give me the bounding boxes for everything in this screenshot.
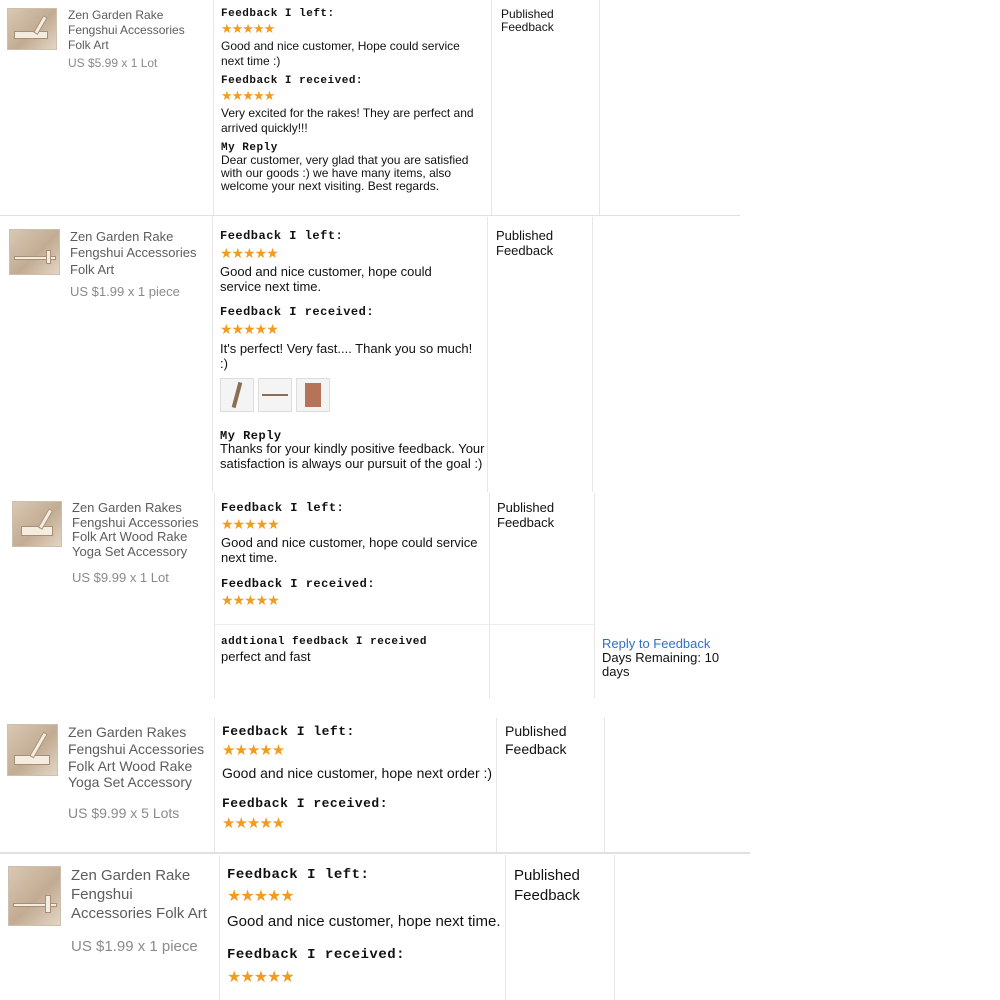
my-reply-text: Dear customer, very glad that you are sa… [221, 153, 469, 194]
feedback-received-heading: Feedback I received: [220, 305, 375, 319]
divider [214, 493, 215, 698]
feedback-received-heading: Feedback I received: [227, 947, 406, 963]
feedback-received-text: Very excited for the rakes! They are per… [221, 106, 474, 135]
feedback-left-rating: ★★★★★ [221, 21, 275, 36]
feedback-status: Published Feedback [497, 500, 555, 530]
product-title-link[interactable]: Zen Garden Rake Fengshui Accessories Fol… [68, 8, 208, 53]
my-reply-text: Thanks for your kindly positive feedback… [220, 441, 485, 471]
product-thumbnail[interactable] [8, 866, 61, 926]
feedback-received-text: It's perfect! Very fast.... Thank you so… [220, 341, 473, 371]
feedback-left-text: Good and nice customer, Hope could servi… [221, 39, 460, 68]
row-separator [214, 624, 594, 625]
divider [214, 718, 215, 853]
feedback-status: Published Feedback [514, 867, 580, 904]
divider [599, 0, 600, 216]
feedback-received-rating: ★★★★★ [221, 88, 275, 103]
feedback-received-rating: ★★★★★ [221, 592, 280, 608]
divider [219, 855, 220, 1000]
feedback-left-rating: ★★★★★ [227, 888, 295, 905]
feedback-status: Published Feedback [505, 723, 567, 757]
additional-feedback-text: perfect and fast [221, 649, 311, 664]
feedback-status: Published Feedback [501, 7, 554, 35]
days-remaining: Days Remaining: 10 days [602, 650, 720, 680]
divider [592, 217, 593, 492]
divider [614, 855, 615, 1000]
feedback-left-rating: ★★★★★ [220, 245, 279, 261]
product-price: US $5.99 x 1 Lot [68, 56, 158, 70]
product-title-link[interactable]: Zen Garden Rake Fengshui Accessories Fol… [71, 866, 216, 923]
product-title-link[interactable]: Zen Garden Rakes Fengshui Accessories Fo… [68, 724, 213, 791]
feedback-entry-5: Zen Garden Rake Fengshui Accessories Fol… [0, 855, 760, 1000]
product-thumbnail[interactable] [7, 8, 57, 50]
divider [213, 0, 214, 216]
feedback-left-heading: Feedback I left: [222, 724, 355, 739]
divider [604, 718, 605, 853]
product-thumbnail[interactable] [12, 501, 62, 547]
feedback-left-heading: Feedback I left: [221, 501, 345, 515]
divider [505, 855, 506, 1000]
feedback-entry-4: Zen Garden Rakes Fengshui Accessories Fo… [0, 718, 750, 854]
product-thumbnail[interactable] [9, 229, 60, 275]
product-price: US $9.99 x 1 Lot [72, 570, 169, 585]
feedback-left-rating: ★★★★★ [222, 742, 285, 759]
feedback-entry-3: Zen Garden Rakes Fengshui Accessories Fo… [0, 493, 740, 698]
feedback-received-rating: ★★★★★ [227, 969, 295, 986]
buyer-photo-2[interactable] [258, 378, 292, 412]
product-title-link[interactable]: Zen Garden Rake Fengshui Accessories Fol… [70, 229, 210, 278]
additional-feedback-heading: addtional feedback I received [221, 636, 427, 648]
feedback-left-text: Good and nice customer, hope could servi… [221, 535, 478, 565]
feedback-received-rating: ★★★★★ [220, 321, 279, 337]
feedback-received-heading: Feedback I received: [221, 577, 376, 591]
feedback-left-text: Good and nice customer, hope next time. [227, 913, 501, 930]
divider [489, 493, 490, 698]
feedback-left-heading: Feedback I left: [220, 229, 344, 243]
row-separator [0, 215, 740, 216]
feedback-left-heading: Feedback I left: [221, 8, 335, 20]
divider [594, 493, 595, 698]
divider [491, 0, 492, 216]
feedback-received-heading: Feedback I received: [221, 75, 364, 87]
reply-to-feedback-link[interactable]: Reply to Feedback [602, 636, 710, 651]
row-separator [0, 852, 750, 854]
product-title-link[interactable]: Zen Garden Rakes Fengshui Accessories Fo… [72, 500, 212, 559]
feedback-received-rating: ★★★★★ [222, 815, 285, 832]
product-thumbnail[interactable] [7, 724, 58, 776]
product-price: US $1.99 x 1 piece [70, 284, 180, 299]
feedback-status: Published Feedback [496, 228, 554, 258]
product-price: US $9.99 x 5 Lots [68, 805, 180, 821]
feedback-left-rating: ★★★★★ [221, 516, 280, 532]
feedback-left-text: Good and nice customer, hope next order … [222, 765, 493, 781]
divider [496, 718, 497, 853]
feedback-entry-2: Zen Garden Rake Fengshui Accessories Fol… [0, 217, 740, 492]
product-price: US $1.99 x 1 piece [71, 938, 198, 955]
feedback-received-heading: Feedback I received: [222, 796, 389, 811]
feedback-left-heading: Feedback I left: [227, 867, 370, 883]
buyer-photo-3[interactable] [296, 378, 330, 412]
buyer-photo-1[interactable] [220, 378, 254, 412]
feedback-left-text: Good and nice customer, hope could servi… [220, 264, 432, 294]
feedback-entry-1: Zen Garden Rake Fengshui Accessories Fol… [0, 0, 740, 216]
divider [212, 217, 213, 492]
divider [487, 217, 488, 492]
